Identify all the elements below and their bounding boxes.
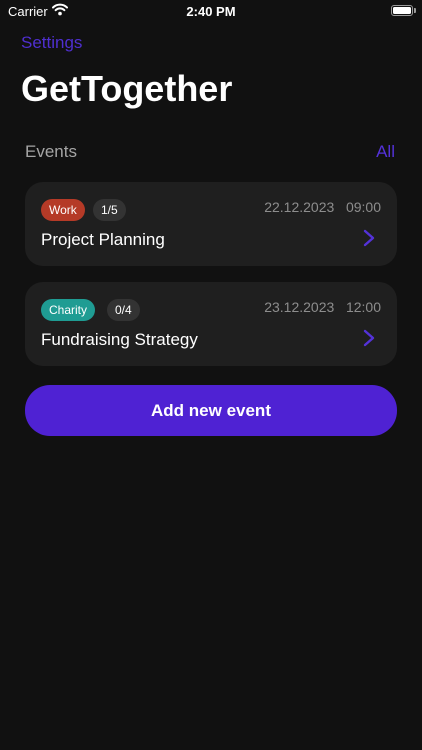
participants-badge: 0/4	[107, 299, 140, 321]
event-time: 09:00	[345, 199, 381, 215]
battery-icon	[391, 5, 413, 16]
add-new-event-button[interactable]: Add new event	[25, 385, 397, 436]
status-time: 2:40 PM	[186, 4, 236, 19]
event-title: Project Planning	[41, 230, 165, 249]
category-badge: Work	[41, 199, 85, 221]
battery-tip	[414, 8, 416, 13]
event-datetime: 22.12.2023 09:00	[264, 199, 381, 215]
page-title: GetTogether	[21, 68, 233, 109]
chevron-right-icon	[363, 329, 375, 347]
all-events-link[interactable]: All	[376, 142, 395, 162]
event-title: Fundraising Strategy	[41, 330, 198, 349]
event-card[interactable]: Work 1/5 22.12.2023 09:00 Project Planni…	[25, 182, 397, 266]
chevron-right-icon	[363, 229, 375, 247]
settings-link[interactable]: Settings	[21, 33, 82, 53]
event-date: 22.12.2023	[264, 199, 335, 215]
events-section-title: Events	[25, 142, 77, 161]
participants-badge: 1/5	[93, 199, 126, 221]
status-bar: Carrier 2:40 PM	[0, 0, 422, 24]
event-date: 23.12.2023	[264, 299, 335, 315]
event-time: 12:00	[345, 299, 381, 315]
events-section-header: Events All	[25, 142, 395, 164]
category-badge: Charity	[41, 299, 96, 321]
event-card[interactable]: Charity 0/4 23.12.2023 12:00 Fundraising…	[25, 282, 397, 366]
event-datetime: 23.12.2023 12:00	[264, 299, 381, 315]
